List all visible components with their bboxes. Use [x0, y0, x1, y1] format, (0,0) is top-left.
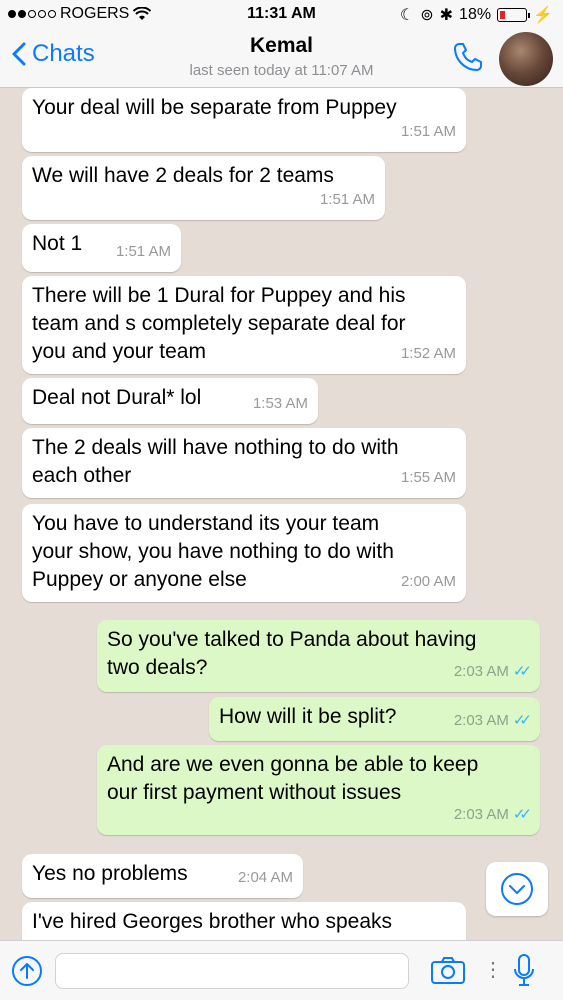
microphone-icon[interactable]	[512, 953, 536, 989]
message-time: 1:51 AM	[319, 191, 375, 208]
read-ticks-icon: ✓✓	[512, 806, 532, 823]
message-text: There will be 1 Dural for Puppey and his…	[32, 284, 406, 363]
composer-bar: ⋮	[0, 940, 563, 1000]
message-text: And are we even gonna be able to keep ou…	[107, 753, 479, 804]
arrow-up-icon[interactable]	[11, 955, 43, 987]
status-bar: ROGERS 11:31 AM ☾ ⊚ ✱ 18% ⚡	[0, 0, 563, 28]
rotation-lock-icon: ⊚	[420, 7, 434, 24]
message-time: 1:51 AM	[400, 123, 456, 140]
message-time: 2:03 AM	[453, 806, 509, 823]
message-time: 2:04 AM	[237, 869, 293, 886]
message-text: You have to understand its your team you…	[32, 512, 394, 591]
message-text: Your deal will be separate from Puppey	[32, 96, 397, 119]
message-outgoing[interactable]: And are we even gonna be able to keep ou…	[97, 745, 540, 835]
message-outgoing[interactable]: How will it be split? 2:03 AM ✓✓	[209, 697, 540, 741]
message-incoming[interactable]: Your deal will be separate from Puppey 1…	[22, 88, 466, 152]
message-incoming[interactable]: Deal not Dural* lol 1:53 AM	[22, 378, 318, 424]
message-input[interactable]	[55, 953, 409, 989]
message-incoming[interactable]: I've hired Georges brother who speaks	[22, 902, 466, 940]
read-ticks-icon: ✓✓	[512, 712, 532, 729]
message-time: 2:00 AM	[400, 573, 456, 590]
moon-icon: ☾	[399, 7, 415, 24]
message-incoming[interactable]: Yes no problems 2:04 AM	[22, 854, 303, 898]
bluetooth-icon: ✱	[439, 7, 454, 24]
message-incoming[interactable]: There will be 1 Dural for Puppey and his…	[22, 276, 466, 374]
scroll-to-bottom-button[interactable]	[486, 862, 548, 916]
charging-icon: ⚡	[533, 7, 553, 24]
avatar[interactable]	[499, 32, 553, 86]
chat-header: Chats Kemal last seen today at 11:07 AM	[0, 28, 563, 88]
chevron-down-icon	[501, 873, 533, 905]
message-incoming[interactable]: Not 1 1:51 AM	[22, 224, 181, 272]
message-text: I've hired Georges brother who speaks	[32, 910, 393, 933]
chat-thread[interactable]: Your deal will be separate from Puppey 1…	[0, 88, 563, 940]
phone-icon[interactable]	[451, 40, 485, 74]
read-ticks-icon: ✓✓	[512, 663, 532, 680]
message-outgoing[interactable]: So you've talked to Panda about having t…	[97, 620, 540, 692]
message-time: 2:03 AM	[453, 712, 509, 729]
divider-dots: ⋮	[483, 959, 503, 981]
status-right: ☾ ⊚ ✱ 18% ⚡	[400, 5, 553, 25]
message-time: 1:52 AM	[400, 345, 456, 362]
camera-icon[interactable]	[430, 955, 466, 985]
message-text: The 2 deals will have nothing to do with…	[32, 436, 399, 487]
message-incoming[interactable]: The 2 deals will have nothing to do with…	[22, 428, 466, 498]
battery-icon	[497, 8, 531, 22]
battery-percent: 18%	[459, 6, 492, 23]
message-time: 2:03 AM	[453, 663, 509, 680]
message-time: 1:51 AM	[115, 243, 171, 260]
message-time: 1:53 AM	[252, 395, 308, 412]
message-time: 1:55 AM	[400, 469, 456, 486]
message-incoming[interactable]: We will have 2 deals for 2 teams 1:51 AM	[22, 156, 385, 220]
message-incoming[interactable]: You have to understand its your team you…	[22, 504, 466, 602]
